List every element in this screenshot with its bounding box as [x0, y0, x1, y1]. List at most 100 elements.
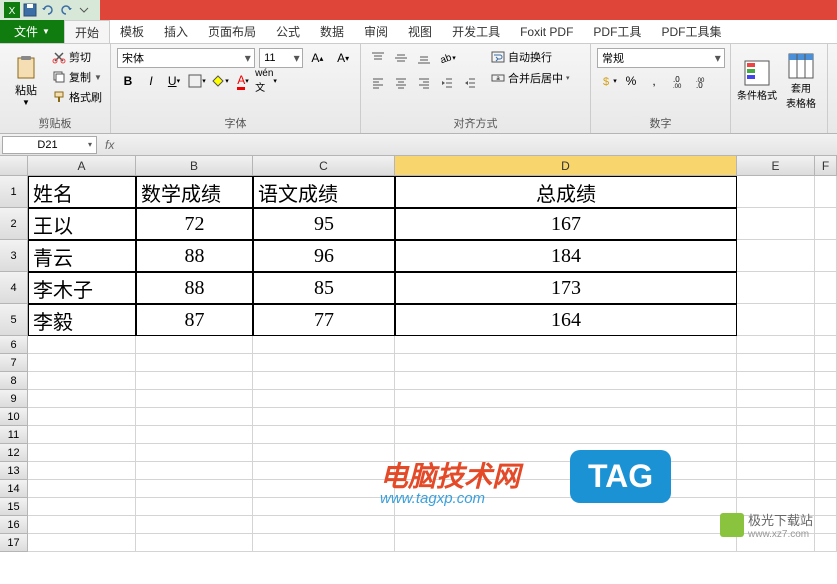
redo-icon[interactable] — [58, 2, 74, 18]
font-name-combo[interactable]: ▾ — [117, 48, 255, 68]
cell[interactable] — [28, 462, 136, 480]
qat-dropdown-icon[interactable] — [76, 2, 92, 18]
row-header[interactable]: 9 — [0, 390, 28, 408]
phonetic-button[interactable]: wén文▾ — [255, 71, 277, 91]
align-top-icon[interactable] — [367, 48, 389, 68]
copy-button[interactable]: 复制▼ — [50, 68, 104, 86]
cell[interactable] — [737, 516, 815, 534]
row-header[interactable]: 13 — [0, 462, 28, 480]
cell[interactable]: 164 — [395, 304, 737, 336]
cell[interactable] — [253, 516, 395, 534]
cell[interactable] — [395, 354, 737, 372]
align-bottom-icon[interactable] — [413, 48, 435, 68]
cell[interactable] — [136, 390, 253, 408]
cell[interactable] — [737, 354, 815, 372]
cell[interactable] — [136, 516, 253, 534]
cell[interactable] — [136, 462, 253, 480]
cell[interactable]: 167 — [395, 208, 737, 240]
cell[interactable]: 青云 — [28, 240, 136, 272]
tab-4[interactable]: 公式 — [266, 20, 310, 43]
cell[interactable] — [737, 208, 815, 240]
cell[interactable] — [136, 498, 253, 516]
cell[interactable] — [815, 336, 837, 354]
tab-5[interactable]: 数据 — [310, 20, 354, 43]
decrease-indent-icon[interactable] — [436, 73, 458, 93]
cell[interactable] — [737, 426, 815, 444]
cell[interactable] — [136, 336, 253, 354]
cell[interactable] — [737, 272, 815, 304]
cell[interactable] — [136, 534, 253, 552]
percent-icon[interactable]: % — [620, 71, 642, 91]
cell[interactable]: 184 — [395, 240, 737, 272]
cell[interactable] — [28, 498, 136, 516]
tab-9[interactable]: Foxit PDF — [510, 20, 583, 43]
cell[interactable] — [737, 372, 815, 390]
format-painter-button[interactable]: 格式刷 — [50, 88, 104, 106]
cell[interactable]: 87 — [136, 304, 253, 336]
merge-center-button[interactable]: a合并后居中▾ — [489, 69, 572, 87]
fill-color-button[interactable]: ▾ — [209, 71, 231, 91]
increase-font-icon[interactable]: A▴ — [307, 48, 329, 68]
cell[interactable] — [28, 444, 136, 462]
cell[interactable] — [815, 444, 837, 462]
select-all-corner[interactable] — [0, 156, 28, 175]
cell[interactable] — [253, 336, 395, 354]
italic-button[interactable]: I — [140, 71, 162, 91]
cell[interactable] — [136, 408, 253, 426]
row-header[interactable]: 12 — [0, 444, 28, 462]
cell[interactable] — [815, 462, 837, 480]
cell[interactable] — [737, 176, 815, 208]
cell[interactable] — [737, 304, 815, 336]
align-right-icon[interactable] — [413, 73, 435, 93]
row-header[interactable]: 14 — [0, 480, 28, 498]
tab-0[interactable]: 开始 — [64, 20, 110, 43]
bold-button[interactable]: B — [117, 71, 139, 91]
cell[interactable]: 173 — [395, 272, 737, 304]
paste-button[interactable]: 粘贴 ▼ — [6, 48, 46, 113]
cut-button[interactable]: 剪切 — [50, 48, 104, 66]
row-header[interactable]: 2 — [0, 208, 28, 240]
cell[interactable] — [395, 444, 737, 462]
cell[interactable]: 88 — [136, 272, 253, 304]
cell[interactable] — [815, 480, 837, 498]
cell[interactable] — [395, 390, 737, 408]
cell[interactable] — [253, 372, 395, 390]
cell[interactable] — [395, 372, 737, 390]
comma-icon[interactable]: , — [643, 71, 665, 91]
border-button[interactable]: ▾ — [186, 71, 208, 91]
cell[interactable] — [395, 534, 737, 552]
tab-10[interactable]: PDF工具 — [583, 20, 651, 43]
row-header[interactable]: 6 — [0, 336, 28, 354]
cell[interactable] — [28, 390, 136, 408]
cell[interactable] — [136, 480, 253, 498]
cell[interactable]: 李木子 — [28, 272, 136, 304]
cell[interactable] — [737, 534, 815, 552]
cell[interactable] — [815, 534, 837, 552]
row-header[interactable]: 17 — [0, 534, 28, 552]
tab-1[interactable]: 模板 — [110, 20, 154, 43]
cell[interactable]: 96 — [253, 240, 395, 272]
align-center-icon[interactable] — [390, 73, 412, 93]
orientation-icon[interactable]: ab▾ — [436, 48, 458, 68]
decrease-font-icon[interactable]: A▾ — [332, 48, 354, 68]
increase-indent-icon[interactable] — [459, 73, 481, 93]
col-header-F[interactable]: F — [815, 156, 837, 175]
tab-3[interactable]: 页面布局 — [198, 20, 266, 43]
cell[interactable] — [253, 480, 395, 498]
cell[interactable] — [815, 390, 837, 408]
col-header-D[interactable]: D — [395, 156, 737, 175]
wrap-text-button[interactable]: 自动换行 — [489, 48, 572, 66]
cell[interactable] — [815, 176, 837, 208]
decrease-decimal-icon[interactable]: .00.0 — [689, 71, 711, 91]
cell[interactable] — [253, 408, 395, 426]
tab-11[interactable]: PDF工具集 — [651, 20, 731, 43]
file-tab[interactable]: 文件 ▼ — [0, 20, 64, 43]
cell[interactable]: 总成绩 — [395, 176, 737, 208]
tab-6[interactable]: 审阅 — [354, 20, 398, 43]
increase-decimal-icon[interactable]: .0.00 — [666, 71, 688, 91]
cell[interactable] — [136, 426, 253, 444]
col-header-C[interactable]: C — [253, 156, 395, 175]
cell[interactable]: 85 — [253, 272, 395, 304]
cell[interactable]: 95 — [253, 208, 395, 240]
font-color-button[interactable]: A▾ — [232, 71, 254, 91]
